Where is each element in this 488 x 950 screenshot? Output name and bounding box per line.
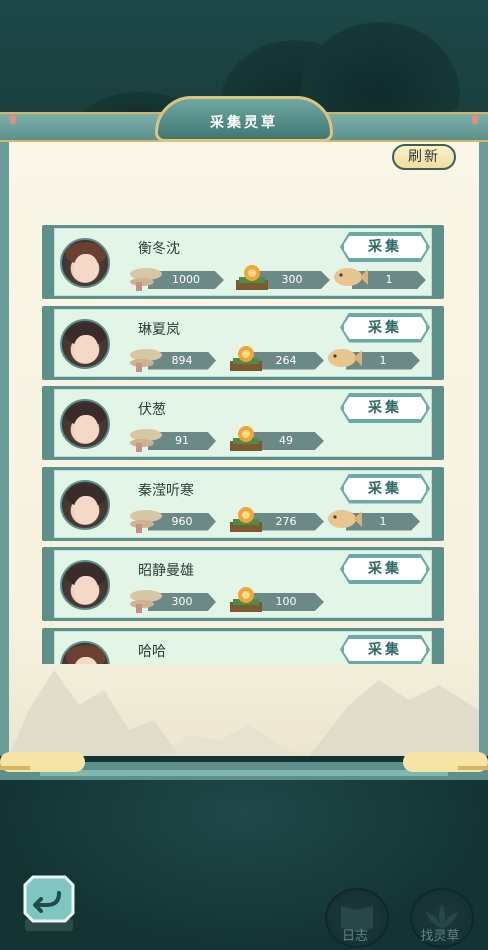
avatar [60, 318, 110, 369]
rail-pin [472, 114, 478, 124]
collect-button[interactable]: 采集 [342, 475, 428, 502]
mushroom-herb-icon [130, 348, 162, 372]
panel-right-edge [478, 136, 488, 756]
elixir-tray-icon [236, 265, 268, 290]
player-list[interactable]: 衡冬沈 采集 1000 300 1 琳夏岚 采集 894 264 1 伏葱 采集 91 49 秦滢听寒 采集 9… [40, 225, 448, 664]
log-label: 日志 [341, 929, 368, 944]
player-card: 琳夏岚 采集 894 264 1 [42, 305, 444, 380]
golden-fish-icon [334, 268, 368, 286]
avatar [60, 399, 110, 449]
back-button[interactable] [23, 875, 75, 933]
player-card: 秦滢听寒 采集 960 276 1 [42, 466, 444, 541]
avatar [60, 238, 110, 288]
player-card: 昭静曼雄 采集 300 100 [42, 547, 444, 621]
player-card: 衡冬沈 采集 1000 300 1 [42, 225, 444, 299]
collect-button[interactable]: 采集 [342, 636, 428, 663]
page-title: 采集灵草 [210, 115, 278, 131]
elixir-tray-icon [230, 426, 262, 451]
golden-fish-icon [328, 348, 362, 367]
mountain-scenery [9, 670, 479, 756]
player-name: 秦滢听寒 [138, 482, 194, 499]
golden-fish-icon [328, 509, 362, 528]
rail-pin [10, 114, 16, 124]
elixir-tray-icon [230, 345, 262, 371]
avatar [60, 560, 110, 610]
mushroom-herb-icon [130, 509, 162, 533]
mushroom-herb-icon [130, 268, 162, 291]
collect-button[interactable]: 采集 [342, 234, 428, 260]
avatar [60, 479, 110, 530]
mushroom-herb-icon [130, 429, 162, 452]
player-name: 琳夏岚 [138, 321, 180, 338]
elixir-tray-icon [230, 587, 262, 612]
elixir-tray-icon [230, 506, 262, 532]
collect-button[interactable]: 采集 [342, 314, 428, 341]
collect-button[interactable]: 采集 [342, 395, 428, 421]
player-name: 昭静曼雄 [138, 563, 194, 579]
player-card: 伏葱 采集 91 49 [42, 386, 444, 460]
player-name: 衡冬沈 [138, 241, 180, 257]
avatar [60, 640, 110, 664]
player-name: 哈哈 [138, 643, 166, 660]
player-card: 哈哈 采集 [42, 627, 444, 664]
find-herb-label: 找灵草 [420, 929, 460, 944]
player-name: 伏葱 [138, 402, 166, 418]
refresh-button[interactable]: 刷新 [392, 144, 456, 170]
lotus-leaf-decoration [300, 22, 460, 112]
collect-button[interactable]: 采集 [342, 556, 428, 582]
mushroom-herb-icon [130, 590, 162, 613]
